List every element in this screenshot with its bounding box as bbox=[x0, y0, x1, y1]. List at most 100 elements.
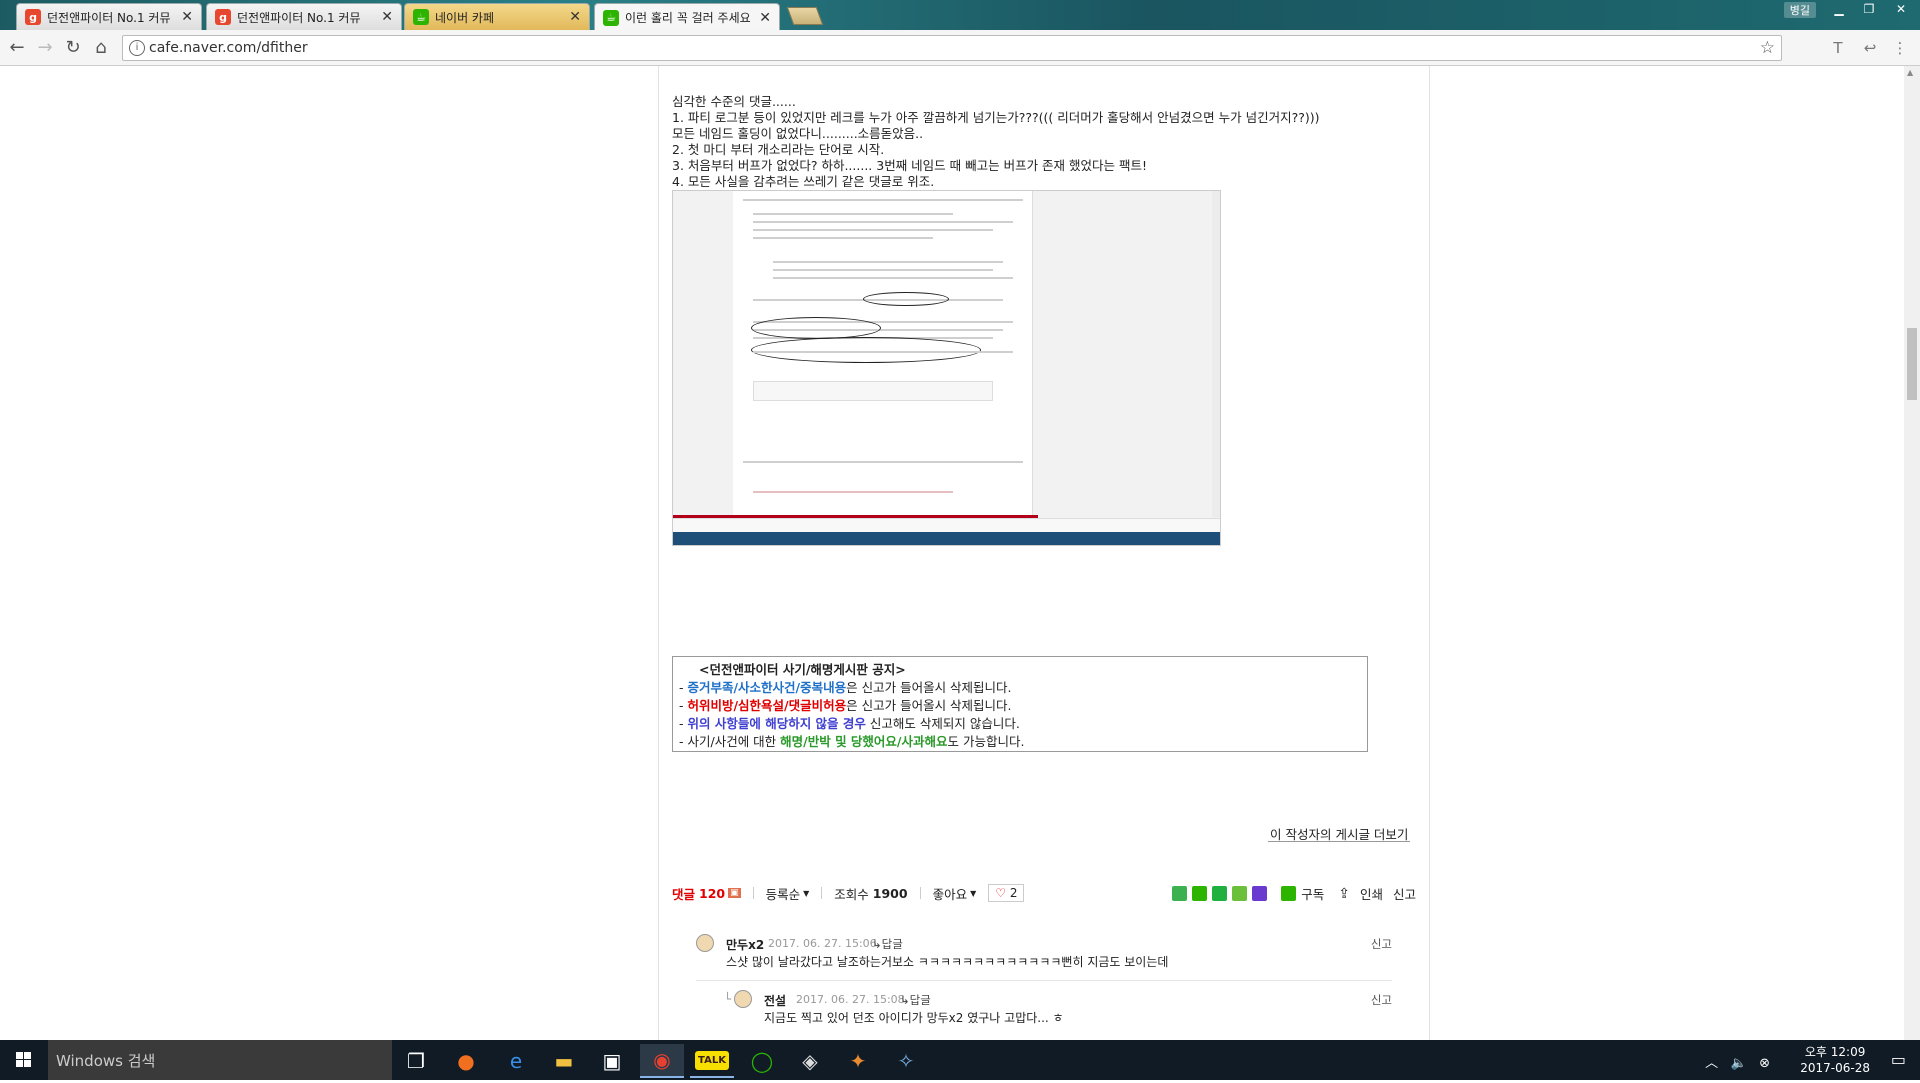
notice-row: - 증거부족/사소한사건/중복내용은 신고가 들어올시 삭제됩니다. bbox=[679, 680, 1012, 695]
scroll-up-icon[interactable]: ▲ bbox=[1907, 68, 1913, 77]
reload-icon[interactable]: ↻ bbox=[62, 37, 84, 59]
start-button[interactable] bbox=[0, 1040, 48, 1080]
restore-icon[interactable]: ❐ bbox=[1854, 0, 1884, 18]
comment-divider bbox=[696, 980, 1392, 981]
close-icon[interactable]: ✕ bbox=[181, 9, 193, 25]
store-icon[interactable]: ▣ bbox=[590, 1044, 634, 1078]
cafe-share-icon[interactable] bbox=[1192, 886, 1208, 901]
subscribe-button[interactable]: 구독 bbox=[1301, 884, 1324, 903]
caret-down-icon: ▼ bbox=[970, 888, 977, 898]
tab-title: 이런 홀리 꼭 걸러 주세요 bbox=[625, 11, 751, 25]
share-icon[interactable]: ⇪ bbox=[1338, 886, 1350, 902]
tab-title: 던전앤파이터 No.1 커뮤 bbox=[47, 10, 171, 25]
profile-button[interactable]: 병길 bbox=[1783, 2, 1816, 18]
site-favicon-icon: g bbox=[25, 9, 41, 25]
comment-report-button[interactable]: 신고 bbox=[1371, 936, 1392, 952]
star-share-icon[interactable] bbox=[1212, 886, 1228, 901]
back-arrow-icon[interactable]: ← bbox=[6, 37, 28, 59]
scrollbar-thumb[interactable] bbox=[1907, 328, 1917, 400]
windows-taskbar: Windows 검색 ❐ ● e ▬ ▣ ◉ TALK ◯ ◈ ✦ ✧ ︿ 🔈 … bbox=[0, 1040, 1920, 1080]
taskbar-search-box[interactable]: Windows 검색 bbox=[48, 1040, 392, 1080]
info-icon[interactable]: i bbox=[129, 40, 145, 56]
taskbar-clock[interactable]: 오후 12:09 2017-06-28 bbox=[1800, 1044, 1870, 1076]
chrome-icon[interactable]: ◉ bbox=[640, 1044, 684, 1078]
reply-arrow-icon: └ bbox=[724, 992, 732, 1006]
tab-title: 네이버 카페 bbox=[435, 10, 495, 25]
more-posts-by-author-link[interactable]: 이 작성자의 게시글 더보기 bbox=[1268, 824, 1411, 842]
comment-date: 2017. 06. 27. 15:06 bbox=[768, 937, 877, 950]
address-bar[interactable]: i cafe.naver.com/dfither ☆ bbox=[122, 35, 1782, 61]
view-count: 조회수 1900 bbox=[834, 885, 908, 902]
tab-naver-cafe[interactable]: ☕ 네이버 카페 ✕ bbox=[404, 3, 590, 30]
url-text: cafe.naver.com/dfither bbox=[149, 40, 308, 56]
comment-nickname[interactable]: 만두x2 bbox=[726, 936, 764, 953]
chevron-up-icon[interactable]: ︿ bbox=[1705, 1056, 1718, 1071]
collapse-icon: ▣ bbox=[728, 888, 741, 898]
page-scrollbar[interactable]: ▲ bbox=[1904, 66, 1920, 1040]
home-icon[interactable]: ⌂ bbox=[90, 37, 112, 59]
calendar-share-icon[interactable] bbox=[1252, 886, 1268, 901]
tab-title: 던전앤파이터 No.1 커뮤 bbox=[237, 10, 361, 25]
network-icon[interactable]: ⊗ bbox=[1759, 1056, 1770, 1071]
notice-row: - 위의 사항들에 해당하지 않을 경우 신고해도 삭제되지 않습니다. bbox=[679, 716, 1020, 731]
evidence-screenshot-image[interactable] bbox=[672, 190, 1221, 546]
forward-arrow-icon[interactable]: → bbox=[34, 37, 56, 59]
comment-count-toggle[interactable]: 댓글 120 ▣ bbox=[672, 884, 741, 903]
comment-report-button[interactable]: 신고 bbox=[1371, 992, 1392, 1008]
tab-dnf-community-2[interactable]: g 던전앤파이터 No.1 커뮤 ✕ bbox=[206, 3, 402, 30]
tab-current-article[interactable]: ☕ 이런 홀리 꼭 걸러 주세요 ✕ bbox=[594, 3, 780, 31]
band-share-icon[interactable] bbox=[1232, 886, 1248, 901]
print-button[interactable]: 인쇄 bbox=[1360, 884, 1383, 903]
notice-row: - 허위비방/심한욕설/댓글비허용은 신고가 들어올시 삭제됩니다. bbox=[679, 698, 1012, 713]
comment-count: 120 bbox=[699, 885, 726, 901]
share-tools: 구독 ⇪ 인쇄 신고 bbox=[1172, 884, 1416, 903]
avatar[interactable] bbox=[734, 990, 752, 1008]
article-line: 4. 모든 사실을 감추려는 쓰레기 같은 댓글로 위조. bbox=[672, 174, 935, 189]
screenshot-taskbar bbox=[673, 532, 1220, 545]
like-dropdown[interactable]: 좋아요 ▼ bbox=[933, 884, 977, 903]
screenshot-page bbox=[733, 191, 1033, 517]
like-button[interactable]: ♡ 2 bbox=[988, 884, 1025, 902]
article-line: 3. 처음부터 버프가 없었다? 하하....... 3번째 네임드 때 빼고는… bbox=[672, 158, 1148, 173]
task-view-icon[interactable]: ❐ bbox=[394, 1044, 438, 1078]
notification-icon[interactable]: ▭ bbox=[1891, 1050, 1906, 1069]
comment-text: 스샷 많이 날라갔다고 날조하는거보소 ㅋㅋㅋㅋㅋㅋㅋㅋㅋㅋㅋㅋㅋ뻔히 지금도 … bbox=[726, 955, 1169, 969]
comment-nickname[interactable]: 전설 bbox=[764, 992, 786, 1009]
window-close-icon[interactable]: ✕ bbox=[1886, 0, 1916, 18]
naver-cafe-favicon-icon: ☕ bbox=[413, 9, 429, 25]
comment-reply-button[interactable]: ↳답글 bbox=[900, 992, 931, 1008]
close-icon[interactable]: ✕ bbox=[381, 9, 393, 25]
blog-share-icon[interactable] bbox=[1172, 886, 1188, 901]
extension-t-icon[interactable]: T bbox=[1828, 38, 1848, 58]
browser-tab-bar: g 던전앤파이터 No.1 커뮤 ✕ g 던전앤파이터 No.1 커뮤 ✕ ☕ … bbox=[0, 0, 1920, 31]
article-line: 2. 첫 마디 부터 개소리라는 단어로 시작. bbox=[672, 142, 885, 157]
new-tab-button[interactable] bbox=[786, 7, 824, 25]
bookmark-star-icon[interactable]: ☆ bbox=[1760, 38, 1775, 58]
volume-icon[interactable]: 🔈 bbox=[1731, 1056, 1747, 1071]
browser-menu-icon[interactable]: ⋮ bbox=[1890, 38, 1910, 58]
close-icon[interactable]: ✕ bbox=[759, 10, 771, 26]
tab-dnf-community-1[interactable]: g 던전앤파이터 No.1 커뮤 ✕ bbox=[16, 3, 202, 30]
heart-icon: ♡ bbox=[995, 886, 1007, 900]
dungeon-fighter-icon[interactable]: ✦ bbox=[836, 1044, 880, 1078]
minimize-icon[interactable]: ▁ bbox=[1824, 0, 1854, 18]
naver-app-icon[interactable]: ◯ bbox=[740, 1044, 784, 1078]
internet-explorer-icon[interactable]: e bbox=[494, 1044, 538, 1078]
kakaotalk-icon[interactable]: TALK bbox=[690, 1044, 734, 1078]
avatar[interactable] bbox=[696, 934, 714, 952]
notice-row: - 사기/사건에 대한 해명/반박 및 당했어요/사과해요도 가능합니다. bbox=[679, 734, 1025, 749]
rss-icon bbox=[1281, 886, 1297, 901]
sort-dropdown[interactable]: 등록순 ▼ bbox=[766, 884, 810, 903]
extension-reply-icon[interactable]: ↩ bbox=[1860, 38, 1880, 58]
comment-reply-button[interactable]: ↳답글 bbox=[872, 936, 903, 952]
site-favicon-icon: g bbox=[215, 9, 231, 25]
notice-title: <던전앤파이터 사기/해명게시판 공지> bbox=[699, 662, 906, 677]
game-client-icon[interactable]: ◈ bbox=[788, 1044, 832, 1078]
close-icon[interactable]: ✕ bbox=[569, 9, 581, 25]
browser-toolbar: ← → ↻ ⌂ i cafe.naver.com/dfither ☆ T ↩ ⋮ bbox=[0, 30, 1920, 66]
report-button[interactable]: 신고 bbox=[1393, 884, 1416, 903]
comment-toolbar: 댓글 120 ▣ 등록순 ▼ 조회수 1900 좋아요 ▼ ♡ 2 구독 ⇪ 인쇄 … bbox=[672, 882, 1416, 904]
file-explorer-icon[interactable]: ▬ bbox=[542, 1044, 586, 1078]
chat-app-icon[interactable]: ● bbox=[444, 1044, 488, 1078]
app-launcher-icon[interactable]: ✧ bbox=[884, 1044, 928, 1078]
